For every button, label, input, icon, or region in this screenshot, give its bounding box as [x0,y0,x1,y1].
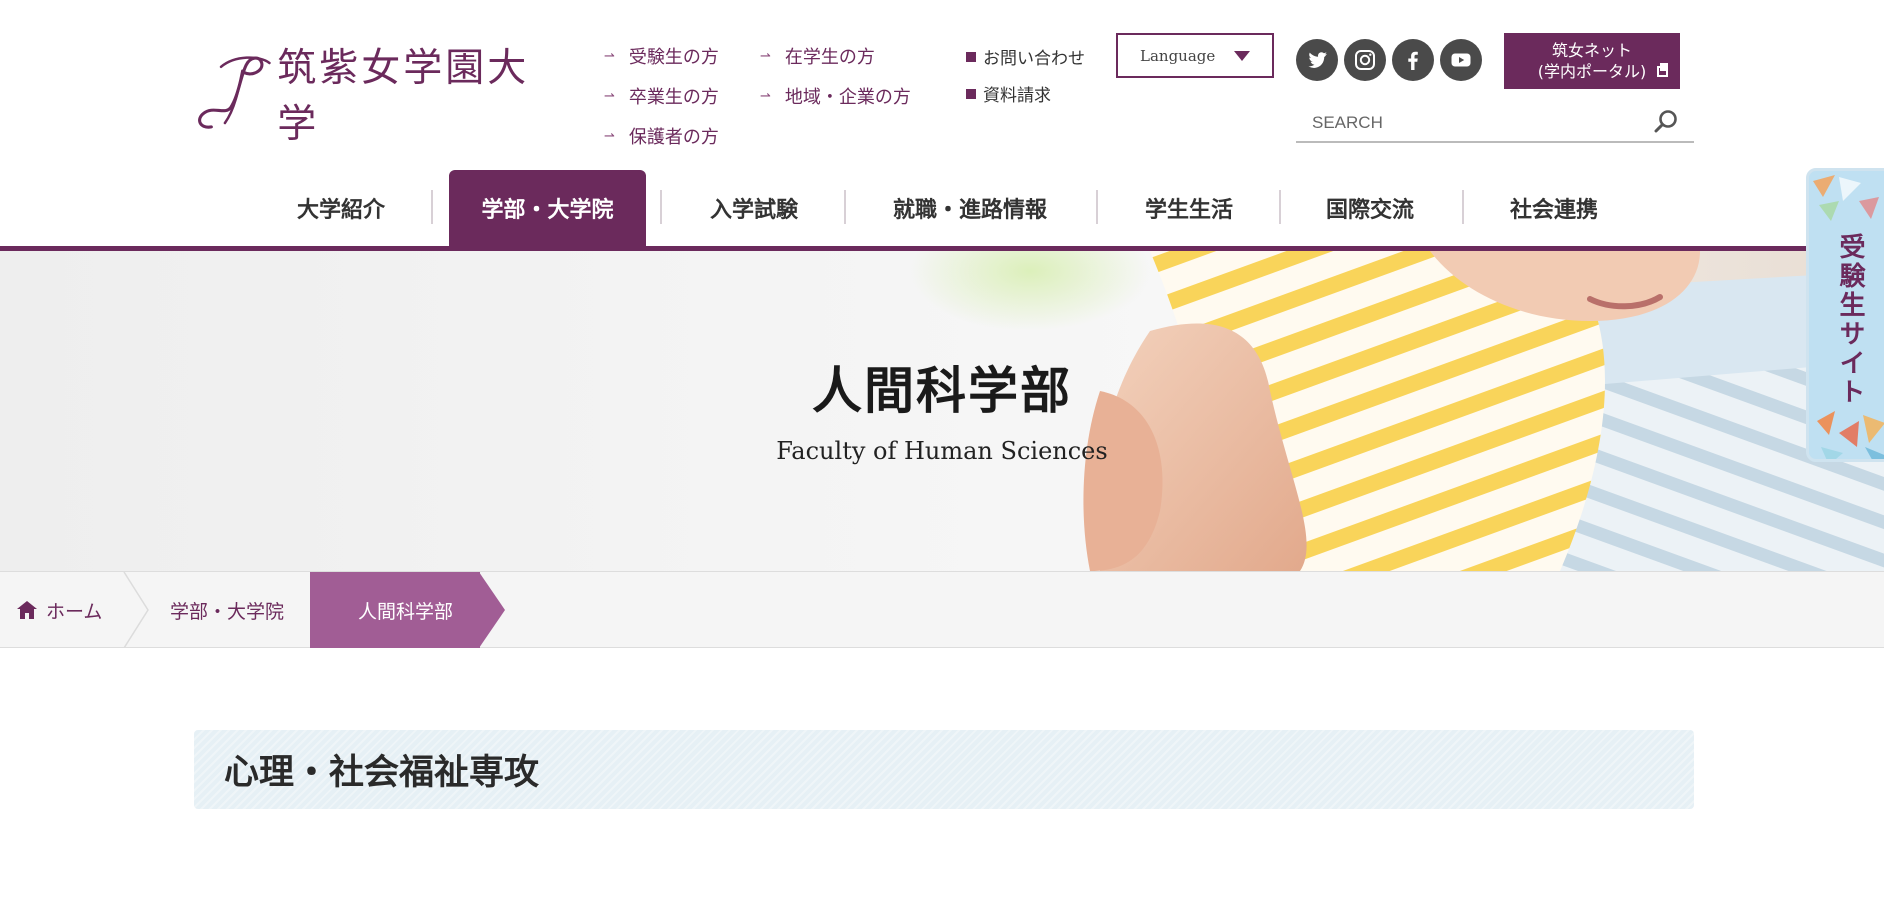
link-prospective-students[interactable]: ⇀ 受験生の方 [604,43,719,69]
breadcrumb: ホーム 学部・大学院 人間科学部 [0,571,1884,648]
nav-about[interactable]: 大学紹介 [270,170,412,246]
breadcrumb-separator [123,572,149,648]
arrow-icon: ⇀ [604,48,615,64]
link-current-students[interactable]: ⇀ 在学生の方 [760,43,875,69]
breadcrumb-home[interactable]: ホーム [16,572,124,648]
twitter-icon[interactable] [1296,39,1338,81]
nav-divider [844,190,846,224]
nav-faculties[interactable]: 学部・大学院 [449,170,646,246]
link-community-business[interactable]: ⇀ 地域・企業の方 [760,83,911,109]
facebook-icon[interactable] [1392,39,1434,81]
nav-admissions[interactable]: 入学試験 [680,170,828,246]
nav-student-life[interactable]: 学生生活 [1116,170,1262,246]
social-links [1296,39,1482,81]
global-nav: 大学紹介 学部・大学院 入学試験 就職・進路情報 学生生活 国際交流 社会連携 [0,170,1884,252]
global-nav-items: 大学紹介 学部・大学院 入学試験 就職・進路情報 学生生活 国際交流 社会連携 [0,170,1884,246]
logo-text: 筑紫女学園大学 [277,46,530,147]
nav-career[interactable]: 就職・進路情報 [866,170,1074,246]
external-link-icon [1657,63,1668,77]
search-box [1296,106,1694,143]
search-icon[interactable] [1652,108,1680,136]
language-select[interactable]: Language [1116,33,1274,78]
page-hero: 人間科学部 Faculty of Human Sciences [0,251,1884,571]
square-bullet-icon [966,51,976,62]
applicant-site-tab[interactable]: 受験生サイト [1806,168,1884,462]
caret-down-icon [1234,51,1250,61]
breadcrumb-current: 人間科学部 [310,572,480,648]
nav-community[interactable]: 社会連携 [1480,170,1628,246]
breadcrumb-current-arrow [479,572,505,648]
arrow-icon: ⇀ [760,88,771,104]
page-subtitle: Faculty of Human Sciences [776,437,1108,465]
link-request-materials[interactable]: 資料請求 [966,81,1051,106]
search-input[interactable] [1296,106,1636,140]
nav-divider [1096,190,1098,224]
instagram-icon[interactable] [1344,39,1386,81]
breadcrumb-faculties[interactable]: 学部・大学院 [170,572,310,648]
logo-monogram-icon [198,56,271,129]
square-bullet-icon [966,88,976,99]
nav-divider [431,190,433,224]
applicant-site-label: 受験生サイト [1835,233,1865,407]
arrow-icon: ⇀ [604,88,615,104]
link-guardians[interactable]: ⇀ 保護者の方 [604,123,719,149]
arrow-icon: ⇀ [760,48,771,64]
site-logo[interactable]: 筑紫女学園大学 [192,46,562,147]
portal-button[interactable]: 筑女ネット (学内ポータル) [1504,33,1680,89]
nav-divider [1462,190,1464,224]
youtube-icon[interactable] [1440,39,1482,81]
site-header: 筑紫女学園大学 ⇀ 受験生の方 ⇀ 在学生の方 ⇀ 卒業生の方 ⇀ 地域・企業の方 ⇀ 保… [0,0,1884,170]
home-icon [17,601,37,619]
nav-divider [660,190,662,224]
page-title: 人間科学部 [812,362,1072,420]
link-alumni[interactable]: ⇀ 卒業生の方 [604,83,719,109]
nav-divider [1279,190,1281,224]
arrow-icon: ⇀ [604,128,615,144]
nav-international[interactable]: 国際交流 [1296,170,1444,246]
link-contact[interactable]: お問い合わせ [966,44,1085,69]
section-heading: 心理・社会福祉専攻 [194,730,1694,809]
